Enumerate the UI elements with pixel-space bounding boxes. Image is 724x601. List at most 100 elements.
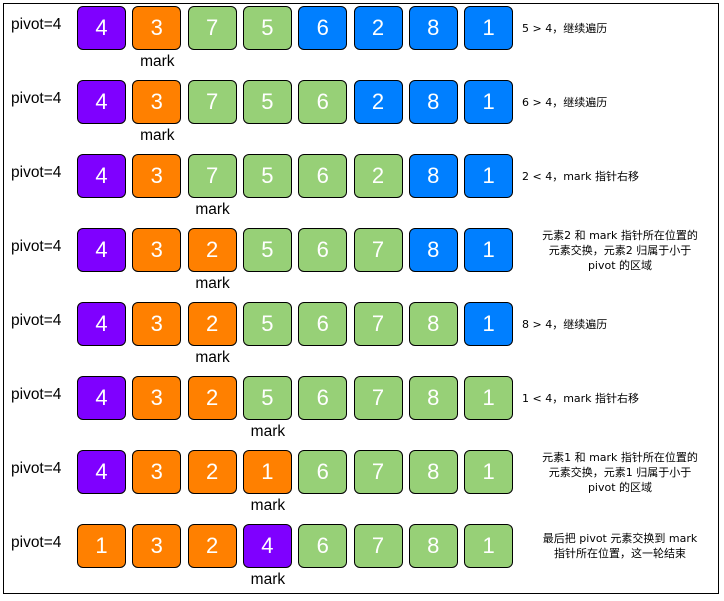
- array-cell: 6: [298, 302, 348, 346]
- pivot-label: pivot=4: [11, 238, 62, 255]
- array-cell: 1: [464, 450, 514, 494]
- array-cell: 6: [298, 154, 348, 198]
- step-note-line: 5 > 4，继续遍历: [522, 21, 608, 35]
- array-cell: 8: [408, 6, 458, 50]
- mark-pointer-label: mark: [250, 497, 286, 514]
- array-cell: 3: [132, 376, 182, 420]
- array-cell: 2: [187, 376, 237, 420]
- array-cell: 8: [408, 450, 458, 494]
- array-cell: 4: [77, 376, 126, 420]
- array-cell: 1: [464, 6, 514, 50]
- array-cell: 2: [187, 450, 237, 494]
- mark-pointer-label: mark: [250, 571, 286, 588]
- step-note-line: 1 < 4，mark 指针右移: [522, 391, 640, 405]
- array-cell: 1: [464, 524, 514, 568]
- step-row: pivot=4 1 3 2 4 6 7 8 1 mark 最后把 pivot 元素交换到 mark 指…: [0, 524, 724, 588]
- array-cell: 8: [408, 376, 458, 420]
- array-cell: 7: [187, 154, 237, 198]
- step-note-line: 元素交换，元素1 归属于小于: [548, 465, 692, 479]
- step-note: 元素1 和 mark 指针所在位置的 元素交换，元素1 归属于小于 pivot 的区…: [522, 444, 718, 500]
- array-cell: 7: [187, 80, 237, 124]
- step-note-line: 指针所在位置，这一轮结束: [554, 547, 686, 560]
- mark-pointer-label: mark: [250, 423, 286, 440]
- step-note-line: 元素2 和 mark 指针所在位置的: [542, 228, 698, 242]
- mark-pointer-label: mark: [195, 275, 230, 292]
- array-cell: 8: [408, 80, 458, 124]
- mark-pointer-label: mark: [195, 201, 230, 218]
- array-cell: 1: [464, 154, 514, 198]
- pivot-label: pivot=4: [11, 460, 62, 477]
- step-row: pivot=4 4 3 2 5 6 7 8 1 mark 8 > 4，继续遍历: [0, 302, 724, 366]
- step-note-line: 元素交换，元素2 归属于小于: [548, 243, 692, 257]
- array-cell: 5: [242, 154, 292, 198]
- array-cell: 2: [187, 228, 237, 272]
- array-cell: 4: [77, 80, 126, 124]
- array-cell: 5: [242, 376, 292, 420]
- array-cell: 7: [187, 6, 237, 50]
- array-cell: 4: [242, 524, 292, 568]
- pivot-label: pivot=4: [11, 164, 62, 181]
- array-cell: 3: [132, 80, 182, 124]
- array-cell: 4: [77, 302, 126, 346]
- step-note-line: 元素1 和 mark 指针所在位置的: [542, 450, 698, 464]
- array-cell: 8: [408, 302, 458, 346]
- pivot-label: pivot=4: [11, 386, 62, 403]
- array-cell: 1: [464, 80, 514, 124]
- array-cell: 4: [77, 228, 126, 272]
- array-cell: 7: [353, 376, 403, 420]
- mark-pointer-label: mark: [140, 127, 175, 144]
- array-cell: 4: [77, 450, 126, 494]
- array-cell: 4: [77, 6, 126, 50]
- array-cell: 3: [132, 228, 182, 272]
- step-note-line: 最后把 pivot 元素交换到 mark: [542, 532, 698, 545]
- step-note: 2 < 4，mark 指针右移: [522, 154, 718, 198]
- array-cell: 8: [408, 154, 458, 198]
- pivot-label: pivot=4: [11, 90, 62, 107]
- array-cell: 2: [353, 80, 403, 124]
- array-cell: 3: [132, 6, 182, 50]
- array-cell: 8: [408, 228, 458, 272]
- array-cell: 5: [242, 228, 292, 272]
- array-cell: 6: [298, 450, 348, 494]
- array-cell: 2: [353, 154, 403, 198]
- step-row: pivot=4 4 3 7 5 6 2 8 1 mark 2 < 4，mark 指针右移: [0, 154, 724, 218]
- step-row: pivot=4 4 3 2 5 6 7 8 1 mark 元素2 和 mark 指针所在位置的 元素交…: [0, 228, 724, 292]
- array-cell: 2: [353, 6, 403, 50]
- array-cell: 6: [298, 80, 348, 124]
- array-cell: 8: [408, 524, 458, 568]
- step-note-line: 6 > 4，继续遍历: [522, 95, 608, 109]
- step-row: pivot=4 4 3 7 5 6 2 8 1 mark 6 > 4，继续遍历: [0, 80, 724, 144]
- array-cell: 6: [298, 6, 348, 50]
- array-cell: 6: [298, 524, 348, 568]
- array-cell: 1: [464, 302, 514, 346]
- array-cell: 6: [298, 228, 348, 272]
- array-cell: 6: [298, 376, 348, 420]
- array-cell: 7: [353, 450, 403, 494]
- array-cell: 2: [187, 302, 237, 346]
- array-cell: 3: [132, 154, 182, 198]
- array-cell: 2: [187, 524, 237, 568]
- step-note: 5 > 4，继续遍历: [522, 6, 718, 50]
- step-note-line: 8 > 4，继续遍历: [522, 317, 608, 331]
- step-note-line: pivot 的区域: [587, 480, 653, 494]
- array-cell: 7: [353, 524, 403, 568]
- array-cell: 7: [353, 228, 403, 272]
- array-cell: 1: [242, 450, 292, 494]
- step-note: 最后把 pivot 元素交换到 mark 指针所在位置，这一轮结束: [522, 518, 718, 574]
- array-cell: 7: [353, 302, 403, 346]
- step-note-line: 2 < 4，mark 指针右移: [522, 169, 640, 183]
- array-cell: 5: [242, 6, 292, 50]
- step-row: pivot=4 4 3 2 5 6 7 8 1 mark 1 < 4，mark 指针右移: [0, 376, 724, 440]
- step-row: pivot=4 4 3 7 5 6 2 8 1 mark 5 > 4，继续遍历: [0, 6, 724, 70]
- step-note: 6 > 4，继续遍历: [522, 80, 718, 124]
- step-note: 元素2 和 mark 指针所在位置的 元素交换，元素2 归属于小于 pivot 的区…: [522, 222, 718, 278]
- pivot-label: pivot=4: [11, 312, 62, 329]
- array-cell: 5: [242, 302, 292, 346]
- pivot-label: pivot=4: [11, 16, 62, 33]
- array-cell: 3: [132, 450, 182, 494]
- step-note-line: pivot 的区域: [587, 258, 653, 272]
- mark-pointer-label: mark: [140, 53, 175, 70]
- array-cell: 4: [77, 154, 126, 198]
- array-cell: 1: [464, 228, 514, 272]
- array-cell: 3: [132, 302, 182, 346]
